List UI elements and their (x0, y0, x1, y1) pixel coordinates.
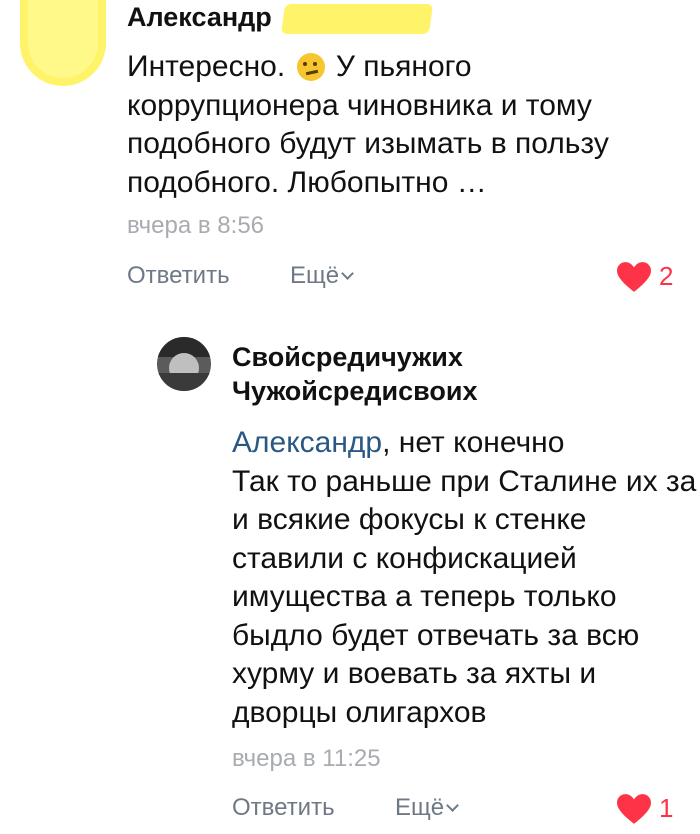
author-avatar[interactable] (20, 0, 106, 86)
like-count: 1 (659, 793, 674, 823)
reply-button[interactable]: Ответить (232, 794, 335, 822)
thinking-face-icon (296, 53, 325, 81)
redaction-mark (280, 4, 434, 34)
more-button[interactable]: Ещё (395, 794, 459, 822)
comment-text-part: Интересно. (127, 50, 286, 83)
like-button[interactable]: 2 (617, 261, 673, 292)
comment-text-part: Так то раньше при Сталине их за и всякие… (232, 464, 697, 729)
more-label: Ещё (395, 794, 445, 821)
chevron-down-icon (446, 799, 459, 812)
reply-button[interactable]: Ответить (127, 262, 230, 290)
comment-author[interactable]: Свойсредичужих Чужойсредисвоих (232, 340, 562, 408)
comment-text: Александр, нет конечно Так то раньше при… (232, 424, 700, 732)
comment-text-part: , нет конечно (382, 426, 565, 459)
chevron-down-icon (341, 267, 354, 280)
comment-timestamp[interactable]: вчера в 8:56 (127, 212, 264, 240)
heart-icon (617, 793, 651, 824)
heart-icon (617, 261, 651, 292)
more-button[interactable]: Ещё (290, 262, 354, 290)
like-button[interactable]: 1 (617, 793, 673, 824)
comment-text: Интересно. У пьяного коррупционера чинов… (127, 48, 687, 202)
mention-link[interactable]: Александр (232, 426, 382, 459)
comment-author[interactable]: Александр (127, 0, 272, 34)
like-count: 2 (659, 261, 674, 291)
author-avatar[interactable] (157, 337, 211, 391)
comment-timestamp[interactable]: вчера в 11:25 (232, 745, 381, 773)
more-label: Ещё (290, 262, 340, 289)
